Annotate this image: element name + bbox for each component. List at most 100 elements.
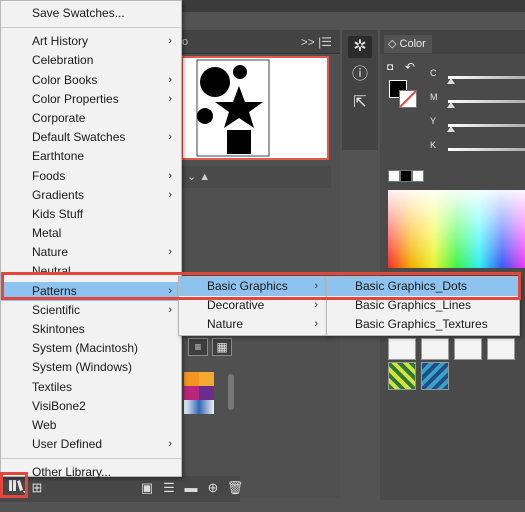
menu-item-metal[interactable]: Metal <box>1 224 181 243</box>
stroke-swatch[interactable] <box>399 90 417 108</box>
menu-item-visibone2[interactable]: VisiBone2 <box>1 397 181 416</box>
menu-item-label: Kids Stuff <box>32 206 84 221</box>
swap-icon[interactable]: ↶ <box>405 60 415 74</box>
panel-menu-controls[interactable]: >> |☰ <box>301 35 332 49</box>
menu-item-user-defined[interactable]: User Defined › <box>1 435 181 454</box>
menu-item-color-books[interactable]: Color Books › <box>1 71 181 90</box>
menu-item-label: Patterns <box>32 283 77 298</box>
menu-item-label: Basic Graphics <box>207 279 288 293</box>
color-tab[interactable]: ◇ Color <box>384 35 432 53</box>
slider-label: K <box>430 140 437 150</box>
swatch-cell[interactable] <box>421 338 449 360</box>
menu-item-color-properties[interactable]: Color Properties › <box>1 90 181 109</box>
menu-item-label: Other Library... <box>32 465 112 480</box>
menu-item-scientific[interactable]: Scientific › <box>1 301 181 320</box>
menu-item-system-windows[interactable]: System (Windows) <box>1 358 181 377</box>
save-swatches-item[interactable]: Save Swatches... <box>1 4 181 23</box>
menu-item-gradients[interactable]: Gradients › <box>1 186 181 205</box>
swatch-cell[interactable] <box>199 372 214 386</box>
slider-label: C <box>430 68 437 78</box>
default-colors-icon[interactable]: ◘ <box>387 62 393 73</box>
menu-item-basic-graphics-lines[interactable]: Basic Graphics_Lines <box>327 296 519 315</box>
view-toggle-group: ≡ ▦ <box>188 338 232 356</box>
chevron-right-icon: › <box>314 299 318 312</box>
info-icon[interactable]: ⓘ <box>348 64 372 86</box>
menu-item-label: Color Properties <box>32 91 119 106</box>
none-swatch[interactable] <box>388 170 400 182</box>
swatch-cell[interactable] <box>199 400 214 414</box>
menu-item-label: VisiBone2 <box>32 398 86 413</box>
menu-item-basic-graphics-dots[interactable]: Basic Graphics_Dots <box>327 277 519 297</box>
chevron-right-icon: › <box>168 284 172 297</box>
chevron-right-icon: › <box>168 246 172 259</box>
swatch-cell[interactable] <box>184 386 199 400</box>
basic-graphics-submenu: Basic Graphics_Dots Basic Graphics_Lines B… <box>326 276 520 336</box>
swatch-cell[interactable] <box>184 400 199 414</box>
artwork-thumbnail <box>196 59 270 157</box>
new-group-icon[interactable]: ▬ <box>180 479 202 497</box>
trash-icon[interactable]: 🗑 <box>224 479 246 497</box>
menu-item-label: Nature <box>207 317 244 332</box>
export-icon[interactable]: ⇱ <box>348 92 372 114</box>
menu-item-textiles[interactable]: Textiles <box>1 378 181 397</box>
menu-item-foods[interactable]: Foods › <box>1 167 181 186</box>
magenta-slider[interactable]: M <box>430 92 525 108</box>
menu-item-label: Basic Graphics_Dots <box>355 279 468 293</box>
pattern-swatch[interactable] <box>421 362 449 390</box>
color-panel-header: ◇ Color <box>380 30 525 54</box>
menu-item-earthtone[interactable]: Earthtone <box>1 147 181 166</box>
swatch-cell[interactable] <box>388 338 416 360</box>
chevron-right-icon: › <box>314 318 318 331</box>
menu-item-web[interactable]: Web <box>1 416 181 435</box>
menu-item-default-swatches[interactable]: Default Swatches › <box>1 128 181 147</box>
chevron-right-icon: › <box>168 303 172 316</box>
menu-item-nature[interactable]: Nature › <box>1 243 181 262</box>
cyan-slider[interactable]: C <box>430 68 525 84</box>
menu-item-corporate[interactable]: Corporate <box>1 109 181 128</box>
menu-item-label: Nature <box>32 245 69 260</box>
menu-item-decorative[interactable]: Decorative › <box>179 296 327 315</box>
fill-stroke-control[interactable]: ◘ ↶ <box>387 60 423 108</box>
slider-label: Y <box>430 116 437 126</box>
new-swatch-icon[interactable]: ⊕ <box>202 479 224 497</box>
yellow-slider[interactable]: Y <box>430 116 525 132</box>
white-swatch[interactable] <box>412 170 424 182</box>
menu-item-patterns[interactable]: Patterns › <box>1 281 181 301</box>
menu-separator <box>1 27 181 29</box>
menu-item-label: Neutral <box>32 264 71 279</box>
menu-item-label: Decorative <box>207 298 265 313</box>
menu-item-label: Basic Graphics_Textures <box>355 317 488 332</box>
navigator-preview <box>181 56 329 160</box>
menu-item-kids-stuff[interactable]: Kids Stuff <box>1 205 181 224</box>
menu-item-label: Textiles <box>32 379 73 394</box>
swatch-scrollbar[interactable] <box>228 374 234 410</box>
chevron-right-icon: › <box>168 131 172 144</box>
menu-item-system-macintosh[interactable]: System (Macintosh) <box>1 339 181 358</box>
menu-item-skintones[interactable]: Skintones <box>1 320 181 339</box>
menu-item-celebration[interactable]: Celebration <box>1 51 181 70</box>
swatch-cell[interactable] <box>184 372 199 386</box>
list-view-icon[interactable]: ≡ <box>188 338 208 356</box>
swatch-cell[interactable] <box>454 338 482 360</box>
chevron-right-icon: › <box>168 188 172 201</box>
chevron-right-icon: › <box>168 73 172 86</box>
swatches-row <box>388 338 515 360</box>
black-slider[interactable]: K <box>430 140 525 152</box>
menu-item-basic-graphics[interactable]: Basic Graphics › <box>179 277 327 297</box>
menu-item-neutral[interactable]: Neutral <box>1 262 181 281</box>
black-swatch[interactable] <box>400 170 412 182</box>
patterns-submenu: Basic Graphics › Decorative › Nature › <box>178 276 328 336</box>
swatch-libraries-menu: Save Swatches... Art History › Celebration… <box>0 0 182 479</box>
navigator-icon[interactable]: ✲ <box>348 36 372 58</box>
pattern-swatch[interactable] <box>388 362 416 390</box>
swatch-cell[interactable] <box>199 386 214 400</box>
grid-view-icon[interactable]: ▦ <box>212 338 232 356</box>
swatch-cell[interactable] <box>487 338 515 360</box>
menu-item-label: Save Swatches... <box>32 6 125 20</box>
menu-item-label: Basic Graphics_Lines <box>355 298 472 313</box>
menu-item-art-history[interactable]: Art History › <box>1 32 181 51</box>
zoom-strip: ⌄ ▲ <box>181 166 331 188</box>
menu-item-basic-graphics-textures[interactable]: Basic Graphics_Textures <box>327 315 519 334</box>
other-library-item[interactable]: Other Library... <box>1 463 181 482</box>
menu-item-nature[interactable]: Nature › <box>179 315 327 334</box>
